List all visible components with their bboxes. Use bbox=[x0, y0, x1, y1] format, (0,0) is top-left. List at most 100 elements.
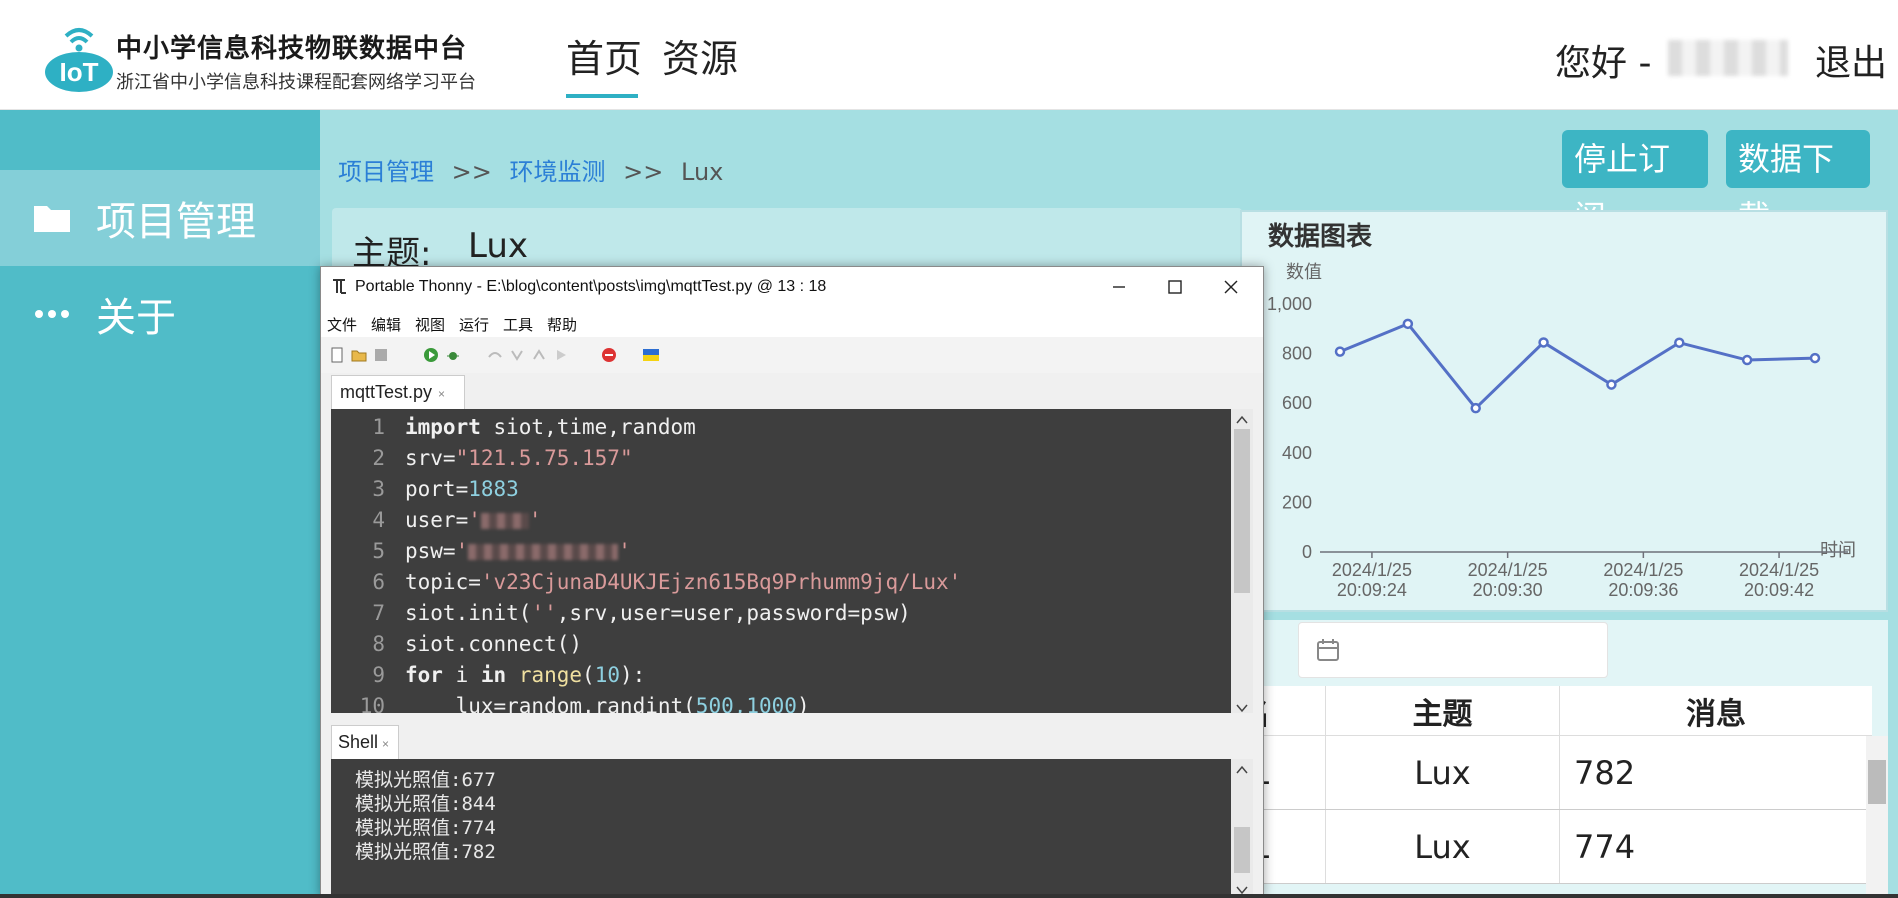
top-header: IoT 中小学信息科技物联数据中台 浙江省中小学信息科技课程配套网络学习平台 首… bbox=[0, 0, 1898, 110]
user-greeting: 您好 - bbox=[1555, 43, 1652, 84]
data-point bbox=[1334, 346, 1346, 357]
scroll-up-icon[interactable] bbox=[1235, 761, 1249, 780]
nav-home[interactable]: 首页 bbox=[566, 28, 642, 83]
window-titlebar[interactable]: Portable Thonny - E:\blog\content\posts\… bbox=[321, 267, 1263, 307]
breadcrumb-environment[interactable]: 环境监测 bbox=[510, 158, 606, 186]
editor-tab-label: mqttTest.py bbox=[340, 382, 433, 402]
blurred-username bbox=[1668, 40, 1788, 76]
data-point bbox=[1538, 337, 1549, 348]
tab-close-icon[interactable]: × bbox=[382, 737, 389, 751]
date-picker-input[interactable] bbox=[1298, 622, 1608, 678]
line-number: 9 bbox=[372, 663, 385, 687]
code-line-10: lux=random.randint(500,1000) bbox=[405, 694, 810, 713]
ukraine-flag-icon[interactable] bbox=[643, 347, 659, 363]
sidebar-item-project-management[interactable]: 项目管理 bbox=[0, 170, 320, 266]
stop-subscribe-button[interactable]: 停止订阅 bbox=[1562, 130, 1708, 236]
download-data-button[interactable]: 数据下载 bbox=[1726, 130, 1870, 236]
logout-link[interactable]: 退出 bbox=[1815, 34, 1887, 86]
breadcrumb-separator: >> bbox=[451, 158, 492, 186]
editor-tab-mqtttest[interactable]: mqttTest.py × bbox=[331, 375, 465, 409]
editor-scrollbar-thumb[interactable] bbox=[1234, 429, 1250, 593]
breadcrumb-current: Lux bbox=[681, 158, 724, 186]
scroll-up-icon[interactable] bbox=[1235, 411, 1249, 430]
shell-scrollbar-thumb[interactable] bbox=[1234, 827, 1250, 873]
scroll-down-icon[interactable] bbox=[1235, 699, 1249, 718]
nav-resources[interactable]: 资源 bbox=[662, 28, 738, 83]
shell-output-line: 模拟光照值:844 bbox=[355, 793, 496, 815]
redacted-user bbox=[480, 513, 529, 529]
step-into-icon[interactable] bbox=[509, 347, 525, 363]
x-axis-label: 时间 bbox=[1820, 540, 1856, 560]
menu-tools[interactable]: 工具 bbox=[503, 314, 533, 335]
open-file-icon[interactable] bbox=[351, 347, 367, 363]
sidebar: 项目管理 关于 bbox=[0, 110, 320, 898]
y-tick-label: 600 bbox=[1282, 393, 1312, 413]
y-tick-label: 0 bbox=[1302, 542, 1312, 562]
table-header: 名 主题 消息 bbox=[1240, 686, 1872, 736]
calendar-icon[interactable] bbox=[1316, 638, 1340, 666]
close-icon[interactable] bbox=[1217, 273, 1245, 301]
y-tick-label: 400 bbox=[1282, 443, 1312, 463]
shell-tab[interactable]: Shell × bbox=[331, 725, 399, 759]
menu-help[interactable]: 帮助 bbox=[547, 314, 577, 335]
table-row[interactable]: -1 Lux 774 bbox=[1240, 810, 1872, 884]
code-line-8: siot.connect() bbox=[405, 632, 583, 656]
chart-title: 数据图表 bbox=[1268, 222, 1373, 252]
shell-console[interactable]: 模拟光照值:677 模拟光照值:844 模拟光照值:774 模拟光照值:782 bbox=[331, 759, 1231, 898]
redacted-password bbox=[468, 544, 619, 560]
x-tick-label: 20:09:24 bbox=[1337, 580, 1407, 600]
x-tick-label: 20:09:42 bbox=[1744, 580, 1814, 600]
tab-close-icon[interactable]: × bbox=[438, 387, 445, 401]
iot-logo[interactable]: IoT bbox=[44, 22, 114, 94]
topic-value: Lux bbox=[468, 226, 529, 266]
code-line-9: for i in range(10): bbox=[405, 663, 646, 687]
step-out-icon[interactable] bbox=[531, 347, 547, 363]
thonny-app-icon bbox=[331, 277, 349, 300]
menu-run[interactable]: 运行 bbox=[459, 314, 489, 335]
data-point bbox=[1809, 352, 1821, 364]
data-point bbox=[1674, 337, 1685, 348]
more-icon bbox=[32, 309, 72, 319]
y-tick-label: 800 bbox=[1282, 344, 1312, 364]
breadcrumb-separator: >> bbox=[623, 158, 664, 186]
row-topic: Lux bbox=[1326, 736, 1560, 809]
new-file-icon[interactable] bbox=[329, 347, 345, 363]
step-over-icon[interactable] bbox=[487, 347, 503, 363]
run-icon[interactable] bbox=[423, 347, 439, 363]
code-line-2: srv="121.5.75.157" bbox=[405, 446, 633, 470]
save-icon[interactable] bbox=[373, 347, 389, 363]
y-tick-label: 1,000 bbox=[1267, 294, 1312, 314]
maximize-icon[interactable] bbox=[1161, 273, 1189, 301]
resume-icon[interactable] bbox=[553, 347, 569, 363]
folder-icon bbox=[32, 202, 72, 234]
header-message: 消息 bbox=[1686, 696, 1746, 732]
sidebar-item-label: 关于 bbox=[96, 295, 176, 341]
line-number-gutter: 1 2 3 4 5 6 7 8 9 10 bbox=[331, 409, 399, 713]
minimize-icon[interactable] bbox=[1105, 273, 1133, 301]
stop-icon[interactable] bbox=[601, 347, 617, 363]
x-tick-label: 2024/1/25 bbox=[1468, 560, 1548, 580]
debug-icon[interactable] bbox=[445, 347, 461, 363]
data-point bbox=[1606, 379, 1617, 390]
x-tick-label: 20:09:30 bbox=[1473, 580, 1543, 600]
table-row[interactable]: -1 Lux 782 bbox=[1240, 736, 1872, 810]
y-axis-label: 数值 bbox=[1286, 262, 1322, 282]
code-line-5: psw=' ' bbox=[405, 539, 631, 563]
line-number: 2 bbox=[372, 446, 385, 470]
breadcrumb-project-management[interactable]: 项目管理 bbox=[338, 158, 434, 186]
code-line-4: user=' ' bbox=[405, 508, 542, 532]
row-message: 782 bbox=[1574, 753, 1636, 792]
menu-bar: 文件 编辑 视图 运行 工具 帮助 bbox=[321, 307, 1263, 337]
table-scrollbar-thumb[interactable] bbox=[1868, 760, 1886, 804]
series-line bbox=[1339, 322, 1816, 411]
code-editor[interactable]: 1 2 3 4 5 6 7 8 9 10 import siot,time,ra… bbox=[331, 409, 1231, 713]
sidebar-item-about[interactable]: 关于 bbox=[0, 266, 320, 362]
menu-file[interactable]: 文件 bbox=[327, 314, 357, 335]
menu-edit[interactable]: 编辑 bbox=[371, 314, 401, 335]
brand-title: 中小学信息科技物联数据中台 bbox=[116, 34, 468, 64]
menu-view[interactable]: 视图 bbox=[415, 314, 445, 335]
code-line-7: siot.init('',srv,user=user,password=psw) bbox=[405, 601, 911, 625]
toolbar bbox=[321, 337, 1263, 373]
code-line-6: topic='v23CjunaD4UKJEjzn615Bq9Prhumm9jq/… bbox=[405, 570, 962, 594]
sidebar-item-label: 项目管理 bbox=[96, 199, 256, 245]
